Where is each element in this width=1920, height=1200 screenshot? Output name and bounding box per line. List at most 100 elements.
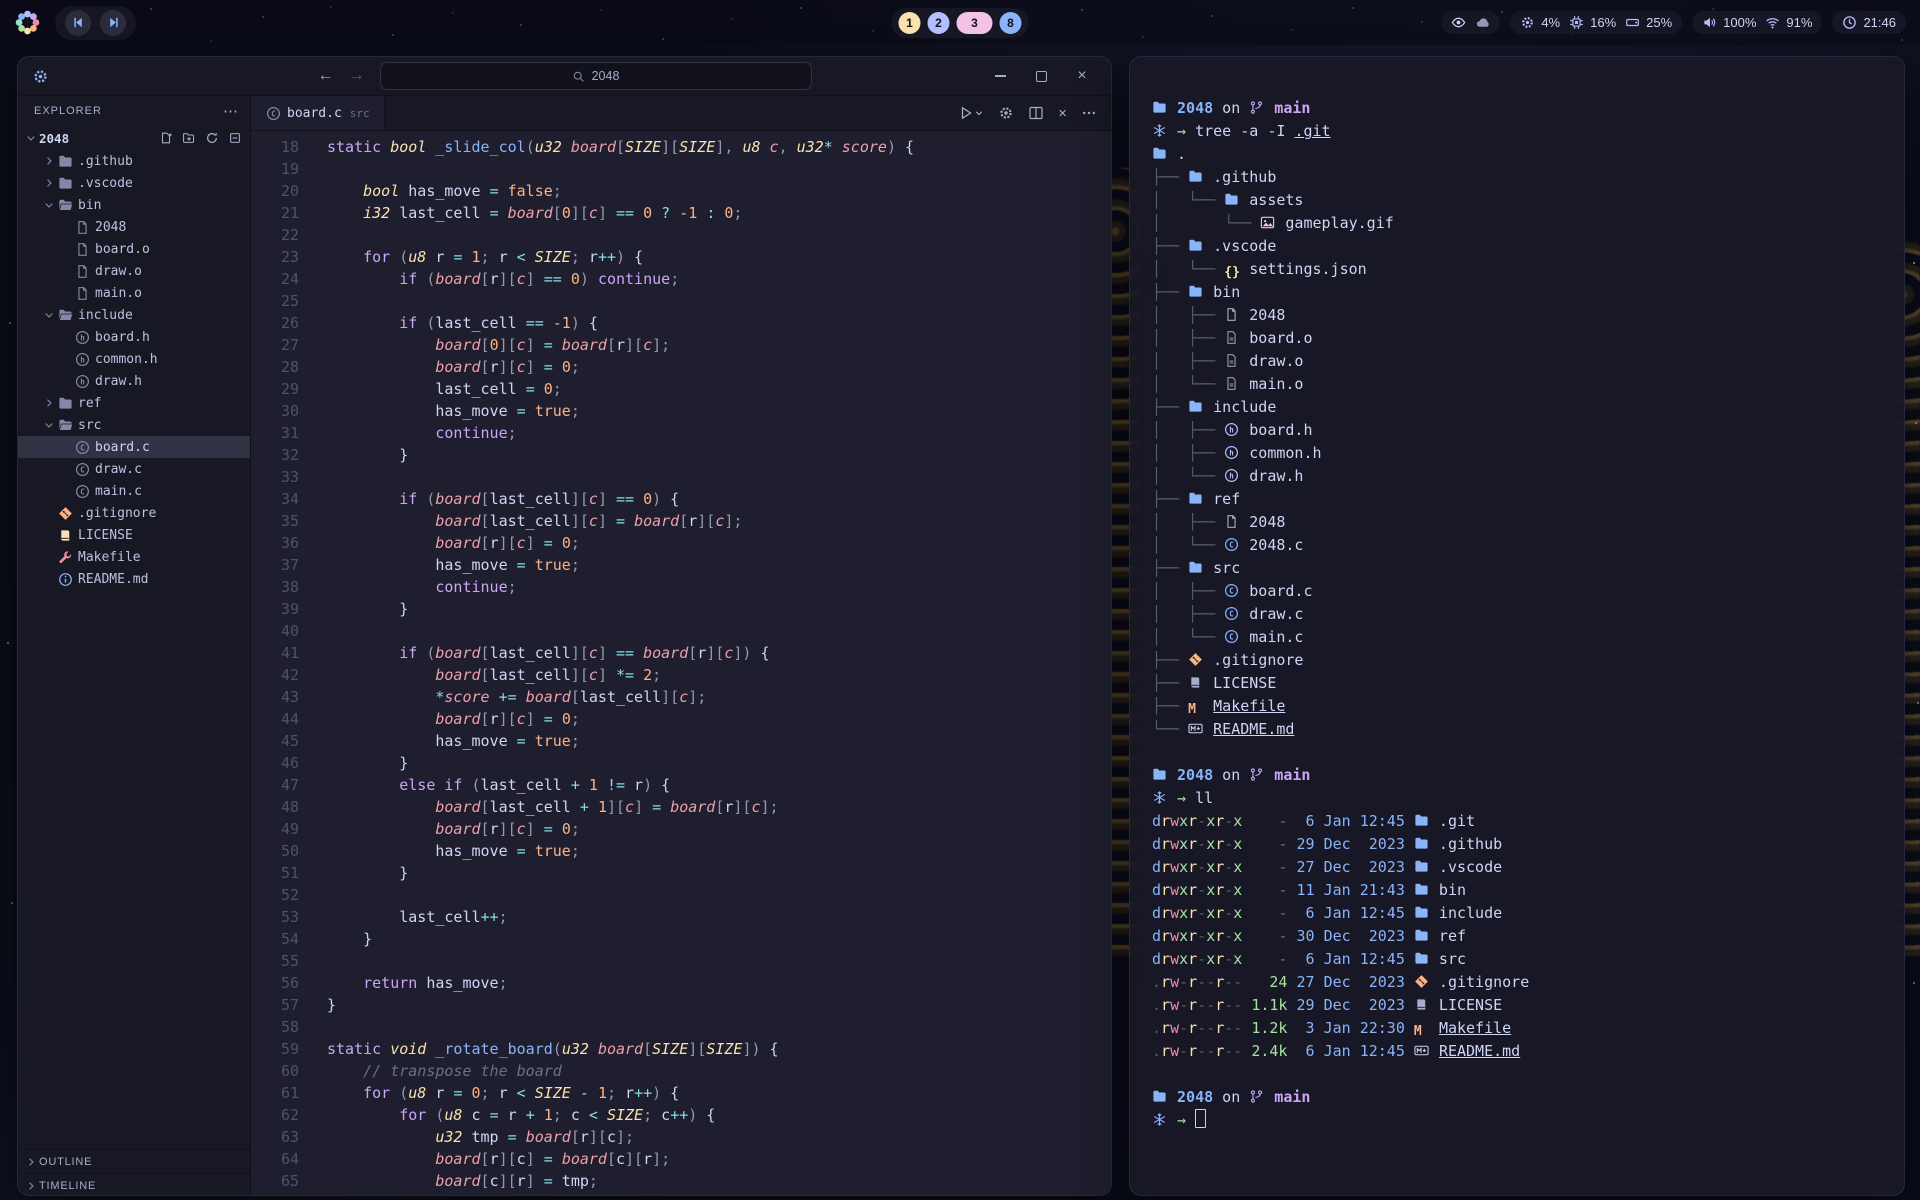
explorer-item-board.c[interactable]: Cboard.c bbox=[18, 436, 250, 458]
code-line-37[interactable]: 37 has_move = true; bbox=[251, 554, 1111, 576]
media-next-button[interactable] bbox=[100, 10, 126, 36]
close-button[interactable]: × bbox=[1075, 69, 1089, 83]
code-line-57[interactable]: 57} bbox=[251, 994, 1111, 1016]
code-line-23[interactable]: 23 for (u8 r = 1; r < SIZE; r++) { bbox=[251, 246, 1111, 268]
explorer-more-button[interactable]: ⋯ bbox=[223, 102, 238, 120]
terminal-window[interactable]: 2048 on main → tree -a -I .git .├── .git… bbox=[1129, 56, 1905, 1196]
code-line-28[interactable]: 28 board[r][c] = 0; bbox=[251, 356, 1111, 378]
explorer-item-2048[interactable]: 2048 bbox=[18, 216, 250, 238]
code-line-44[interactable]: 44 board[r][c] = 0; bbox=[251, 708, 1111, 730]
clock-module[interactable]: 21:46 bbox=[1832, 11, 1906, 34]
code-line-26[interactable]: 26 if (last_cell == -1) { bbox=[251, 312, 1111, 334]
explorer-item-draw.o[interactable]: draw.o bbox=[18, 260, 250, 282]
code-line-59[interactable]: 59static void _rotate_board(u32 board[SI… bbox=[251, 1038, 1111, 1060]
collapse-folders-button[interactable] bbox=[228, 131, 242, 145]
code-line-39[interactable]: 39 } bbox=[251, 598, 1111, 620]
code-line-33[interactable]: 33 bbox=[251, 466, 1111, 488]
code-line-61[interactable]: 61 for (u8 r = 0; r < SIZE - 1; r++) { bbox=[251, 1082, 1111, 1104]
code-line-19[interactable]: 19 bbox=[251, 158, 1111, 180]
code-line-30[interactable]: 30 has_move = true; bbox=[251, 400, 1111, 422]
code-line-35[interactable]: 35 board[last_cell][c] = board[r][c]; bbox=[251, 510, 1111, 532]
code-line-40[interactable]: 40 bbox=[251, 620, 1111, 642]
code-line-48[interactable]: 48 board[last_cell + 1][c] = board[r][c]… bbox=[251, 796, 1111, 818]
code-line-29[interactable]: 29 last_cell = 0; bbox=[251, 378, 1111, 400]
code-line-47[interactable]: 47 else if (last_cell + 1 != r) { bbox=[251, 774, 1111, 796]
new-folder-button[interactable] bbox=[182, 131, 196, 145]
run-button[interactable] bbox=[958, 105, 984, 121]
project-root-row[interactable]: 2048 bbox=[18, 126, 250, 150]
weather-module[interactable] bbox=[1441, 11, 1500, 34]
explorer-item-board.o[interactable]: board.o bbox=[18, 238, 250, 260]
code-line-27[interactable]: 27 board[0][c] = board[r][c]; bbox=[251, 334, 1111, 356]
explorer-item-draw.c[interactable]: Cdraw.c bbox=[18, 458, 250, 480]
code-line-54[interactable]: 54 } bbox=[251, 928, 1111, 950]
explorer-item-common.h[interactable]: hcommon.h bbox=[18, 348, 250, 370]
more-actions-button[interactable] bbox=[1081, 105, 1097, 121]
code-line-43[interactable]: 43 *score += board[last_cell][c]; bbox=[251, 686, 1111, 708]
new-file-button[interactable] bbox=[159, 131, 173, 145]
code-line-53[interactable]: 53 last_cell++; bbox=[251, 906, 1111, 928]
maximize-button[interactable] bbox=[1034, 69, 1048, 83]
code-line-46[interactable]: 46 } bbox=[251, 752, 1111, 774]
forward-button[interactable]: → bbox=[349, 67, 365, 85]
code-line-34[interactable]: 34 if (board[last_cell][c] == 0) { bbox=[251, 488, 1111, 510]
timeline-panel[interactable]: TIMELINE bbox=[18, 1173, 250, 1196]
code-line-18[interactable]: 18static bool _slide_col(u32 board[SIZE]… bbox=[251, 136, 1111, 158]
explorer-item-.vscode[interactable]: .vscode bbox=[18, 172, 250, 194]
minimize-button[interactable] bbox=[993, 69, 1007, 83]
explorer-item-bin[interactable]: bin bbox=[18, 194, 250, 216]
outline-panel[interactable]: OUTLINE bbox=[18, 1149, 250, 1173]
explorer-item-.gitignore[interactable]: .gitignore bbox=[18, 502, 250, 524]
code-line-65[interactable]: 65 board[c][r] = tmp; bbox=[251, 1170, 1111, 1192]
code-line-41[interactable]: 41 if (board[last_cell][c] == board[r][c… bbox=[251, 642, 1111, 664]
code-line-63[interactable]: 63 u32 tmp = board[r][c]; bbox=[251, 1126, 1111, 1148]
code-line-45[interactable]: 45 has_move = true; bbox=[251, 730, 1111, 752]
editor-settings-button[interactable] bbox=[998, 105, 1014, 121]
code-line-55[interactable]: 55 bbox=[251, 950, 1111, 972]
code-line-24[interactable]: 24 if (board[r][c] == 0) continue; bbox=[251, 268, 1111, 290]
code-line-21[interactable]: 21 i32 last_cell = board[0][c] == 0 ? -1… bbox=[251, 202, 1111, 224]
code-line-58[interactable]: 58 bbox=[251, 1016, 1111, 1038]
explorer-item-board.h[interactable]: hboard.h bbox=[18, 326, 250, 348]
code-line-51[interactable]: 51 } bbox=[251, 862, 1111, 884]
code-line-25[interactable]: 25 bbox=[251, 290, 1111, 312]
system-stats-module[interactable]: 4% 16% 25% bbox=[1510, 11, 1682, 34]
explorer-item-main.o[interactable]: main.o bbox=[18, 282, 250, 304]
code-line-60[interactable]: 60 // transpose the board bbox=[251, 1060, 1111, 1082]
search-box[interactable]: 2048 bbox=[380, 62, 812, 90]
close-editor-button[interactable]: × bbox=[1058, 105, 1067, 122]
code-line-64[interactable]: 64 board[r][c] = board[c][r]; bbox=[251, 1148, 1111, 1170]
workspace-1[interactable]: 1 bbox=[899, 12, 921, 34]
workspace-3[interactable]: 3 bbox=[957, 12, 993, 34]
code-line-31[interactable]: 31 continue; bbox=[251, 422, 1111, 444]
explorer-item-ref[interactable]: ref bbox=[18, 392, 250, 414]
code-line-56[interactable]: 56 return has_move; bbox=[251, 972, 1111, 994]
explorer-item-main.c[interactable]: Cmain.c bbox=[18, 480, 250, 502]
tab-board.c[interactable]: C board.c src bbox=[251, 96, 385, 130]
workspace-2[interactable]: 2 bbox=[928, 12, 950, 34]
code-line-52[interactable]: 52 bbox=[251, 884, 1111, 906]
explorer-item-.github[interactable]: .github bbox=[18, 150, 250, 172]
code-line-62[interactable]: 62 for (u8 c = r + 1; c < SIZE; c++) { bbox=[251, 1104, 1111, 1126]
audio-network-module[interactable]: 100% 91% bbox=[1692, 11, 1822, 34]
explorer-item-README.md[interactable]: README.md bbox=[18, 568, 250, 590]
explorer-item-draw.h[interactable]: hdraw.h bbox=[18, 370, 250, 392]
explorer-item-Makefile[interactable]: Makefile bbox=[18, 546, 250, 568]
refresh-button[interactable] bbox=[205, 131, 219, 145]
back-button[interactable]: ← bbox=[318, 67, 334, 85]
code-line-42[interactable]: 42 board[last_cell][c] *= 2; bbox=[251, 664, 1111, 686]
code-line-22[interactable]: 22 bbox=[251, 224, 1111, 246]
workspace-8[interactable]: 8 bbox=[1000, 12, 1022, 34]
code-line-36[interactable]: 36 board[r][c] = 0; bbox=[251, 532, 1111, 554]
explorer-item-include[interactable]: include bbox=[18, 304, 250, 326]
explorer-item-src[interactable]: src bbox=[18, 414, 250, 436]
code-line-49[interactable]: 49 board[r][c] = 0; bbox=[251, 818, 1111, 840]
code-line-20[interactable]: 20 bool has_move = false; bbox=[251, 180, 1111, 202]
code-line-32[interactable]: 32 } bbox=[251, 444, 1111, 466]
code-line-50[interactable]: 50 has_move = true; bbox=[251, 840, 1111, 862]
split-editor-button[interactable] bbox=[1028, 105, 1044, 121]
explorer-item-LICENSE[interactable]: LICENSE bbox=[18, 524, 250, 546]
launcher-icon[interactable] bbox=[14, 9, 41, 36]
code-line-38[interactable]: 38 continue; bbox=[251, 576, 1111, 598]
media-prev-button[interactable] bbox=[65, 10, 91, 36]
